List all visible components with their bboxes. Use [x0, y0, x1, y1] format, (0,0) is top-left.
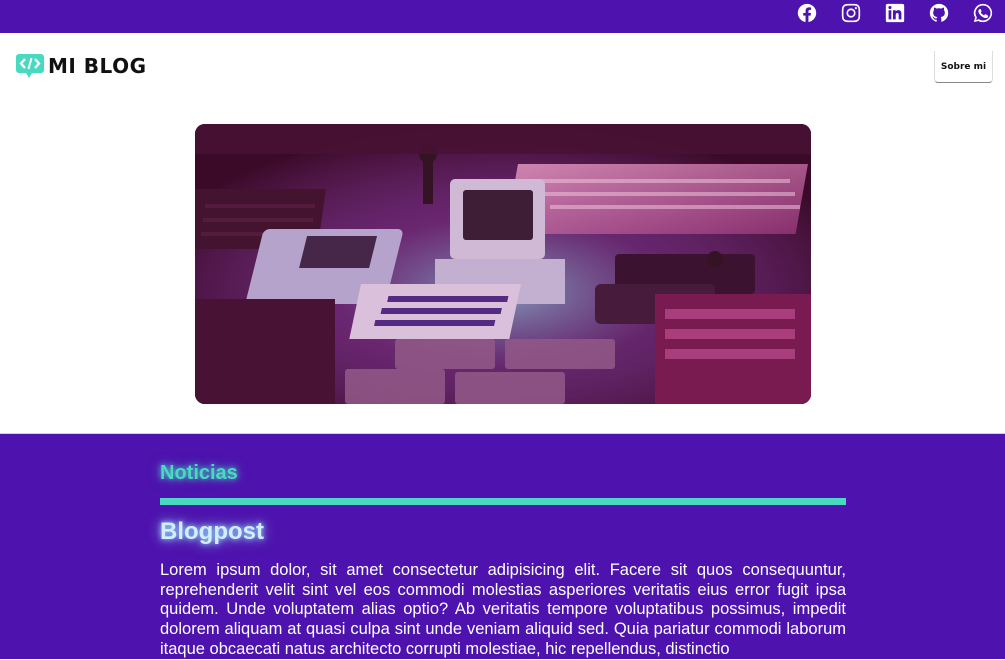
whatsapp-icon	[973, 3, 993, 23]
github-link[interactable]	[917, 2, 961, 26]
about-button[interactable]: Sobre mi	[934, 51, 993, 83]
site-header: MI BLOG Sobre mi	[0, 33, 1005, 101]
linkedin-icon	[885, 3, 905, 23]
facebook-link[interactable]	[785, 2, 829, 26]
main-content: Noticias Blogpost Lorem ipsum dolor, sit…	[0, 433, 1005, 659]
facebook-icon	[797, 3, 817, 23]
top-bar	[0, 0, 1005, 33]
social-links	[785, 2, 1005, 26]
post-title[interactable]: Blogpost	[160, 518, 264, 546]
instagram-icon	[841, 3, 861, 23]
post-body: Lorem ipsum dolor, sit amet consectetur …	[160, 561, 846, 658]
section-divider	[160, 498, 846, 505]
retro-computers-illustration	[195, 124, 811, 404]
github-icon	[929, 3, 949, 22]
logo-text: MI BLOG	[48, 54, 147, 78]
instagram-link[interactable]	[829, 2, 873, 26]
hero-image	[195, 124, 811, 404]
section-title: Noticias	[160, 462, 238, 484]
whatsapp-link[interactable]	[961, 2, 1005, 26]
site-logo[interactable]: MI BLOG	[16, 54, 147, 78]
linkedin-link[interactable]	[873, 2, 917, 26]
logo-code-icon	[16, 54, 44, 78]
